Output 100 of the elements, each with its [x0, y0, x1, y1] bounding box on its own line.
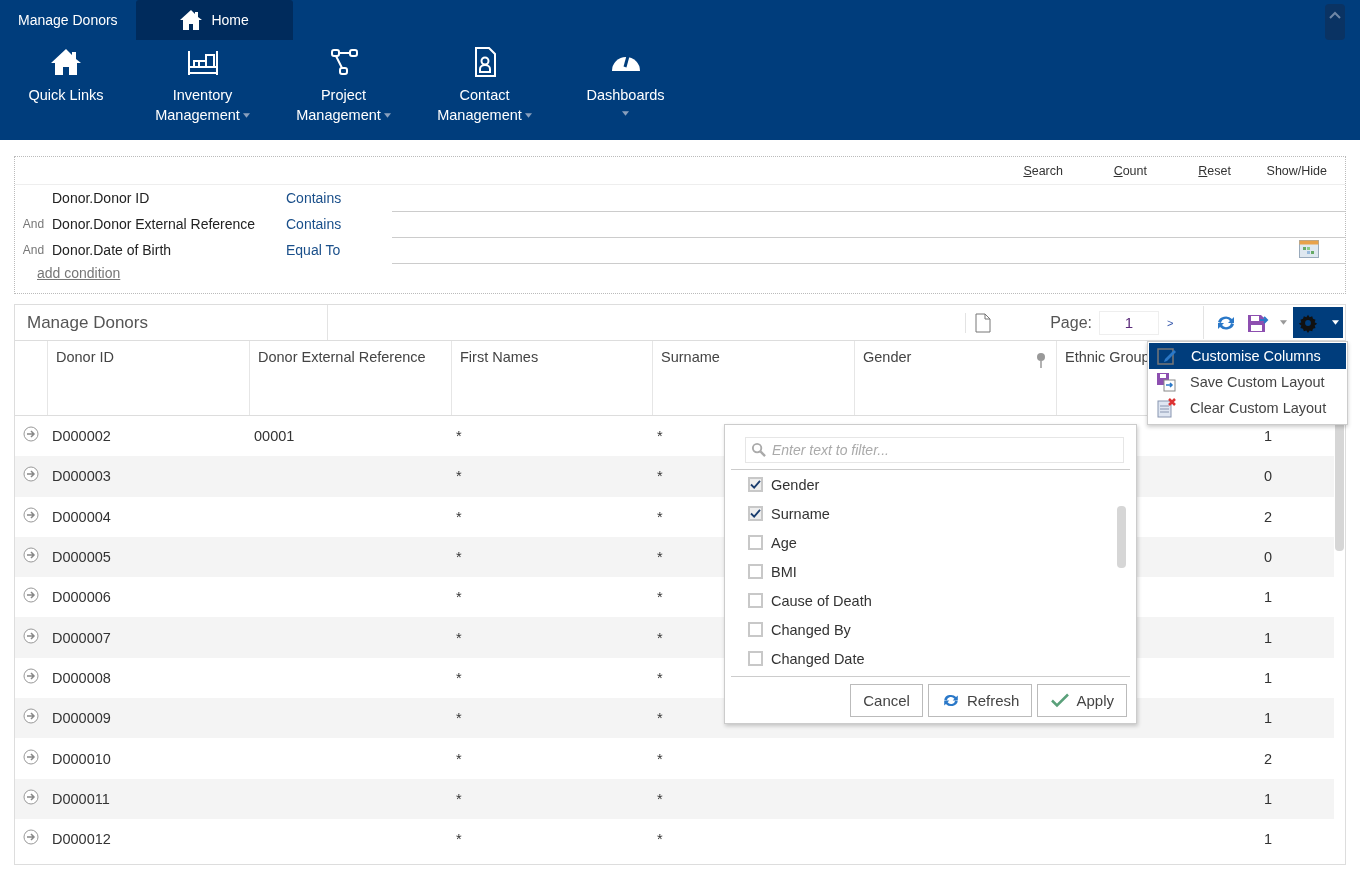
- home-icon: [179, 9, 204, 31]
- collapse-icon[interactable]: [1325, 4, 1345, 40]
- table-cell: 1: [1263, 428, 1273, 445]
- joiner-label: And: [22, 217, 45, 231]
- table-cell: D000007: [52, 629, 111, 646]
- page-input[interactable]: 1: [1099, 310, 1159, 335]
- table-cell: 1: [1263, 831, 1273, 848]
- table-cell: D000011: [52, 790, 110, 807]
- column-header[interactable]: Gender: [855, 341, 1057, 415]
- caret-icon: [1331, 320, 1339, 325]
- menu-item[interactable]: Customise Columns: [1149, 343, 1346, 369]
- checkbox[interactable]: [748, 651, 763, 666]
- column-header[interactable]: First Names: [452, 341, 653, 415]
- clear-layout-icon: [1156, 398, 1176, 418]
- checkbox[interactable]: [748, 593, 763, 608]
- ribbon-button[interactable]: Dashboards: [555, 47, 696, 125]
- table-cell: D000004: [52, 508, 111, 525]
- ribbon-button[interactable]: Contact Management: [414, 47, 555, 125]
- table-cell: D000005: [52, 549, 111, 566]
- add-condition-link[interactable]: add condition: [37, 265, 121, 281]
- operator-link[interactable]: Contains: [286, 190, 392, 206]
- save-icon: [1156, 372, 1176, 392]
- search-icon: [751, 442, 766, 457]
- field-label: Donor.Donor ID: [52, 190, 151, 206]
- page-label: Page:: [1050, 313, 1092, 332]
- table-cell: D000006: [52, 589, 111, 606]
- table-cell: *: [456, 629, 462, 646]
- table-cell: *: [456, 508, 462, 525]
- table-cell: *: [456, 549, 462, 566]
- checkbox[interactable]: [748, 622, 763, 637]
- table-cell: *: [657, 750, 663, 767]
- table-cell: D000012: [52, 831, 111, 848]
- checkbox[interactable]: [748, 564, 763, 579]
- column-option-label: Gender: [771, 476, 820, 493]
- table-cell: *: [456, 589, 462, 606]
- filter-action-link[interactable]: Reset: [1147, 163, 1231, 178]
- table-cell: *: [657, 589, 663, 606]
- settings-button[interactable]: [1293, 307, 1343, 338]
- table-cell: *: [456, 669, 462, 686]
- column-option-label: Age: [771, 534, 797, 551]
- ribbon-button[interactable]: Inventory Management: [132, 47, 273, 125]
- table-cell: *: [657, 508, 663, 525]
- table-cell: D000009: [52, 710, 111, 727]
- table-cell: *: [657, 629, 663, 646]
- column-header[interactable]: Donor External Reference: [250, 341, 452, 415]
- app-tab[interactable]: Home: [135, 0, 293, 40]
- filter-input[interactable]: Enter text to filter...: [745, 437, 1124, 463]
- calendar-icon[interactable]: [1299, 239, 1319, 258]
- filter-action-link[interactable]: Count: [1063, 163, 1147, 178]
- table-cell: *: [657, 790, 663, 807]
- table-cell: *: [456, 750, 462, 767]
- dialog-button[interactable]: Refresh: [927, 684, 1033, 717]
- next-page-link[interactable]: >: [1167, 316, 1203, 329]
- settings-icon: [1297, 312, 1318, 333]
- checkbox[interactable]: [748, 535, 763, 550]
- scrollbar-thumb[interactable]: [1117, 506, 1126, 568]
- table-cell: 0: [1263, 549, 1273, 566]
- column-header[interactable]: Donor ID: [48, 341, 250, 415]
- checkbox[interactable]: [748, 477, 763, 492]
- grid-title: Manage Donors: [15, 305, 328, 340]
- table-cell: *: [657, 710, 663, 727]
- table-cell: *: [456, 790, 462, 807]
- checkbox[interactable]: [748, 506, 763, 521]
- field-label: Donor.Date of Birth: [52, 242, 173, 258]
- table-cell: 0: [1263, 468, 1273, 485]
- dialog-button[interactable]: Cancel: [850, 684, 923, 717]
- ribbon-button[interactable]: Project Management: [273, 47, 414, 125]
- filter-action-link[interactable]: Show/Hide: [1231, 163, 1327, 178]
- column-option-label: BMI: [771, 563, 797, 580]
- table-cell: D000003: [52, 468, 111, 485]
- table-cell: *: [456, 710, 462, 727]
- table-cell: 1: [1263, 710, 1273, 727]
- edit-icon: [1157, 346, 1177, 366]
- table-cell: 2: [1263, 750, 1273, 767]
- caret-icon[interactable]: [1280, 320, 1287, 325]
- ribbon-button[interactable]: Quick Links: [0, 47, 132, 125]
- table-cell: D000002: [52, 428, 111, 445]
- home-icon: [50, 47, 82, 77]
- table-cell: *: [456, 468, 462, 485]
- pin-icon[interactable]: [1036, 352, 1046, 368]
- table-cell: *: [456, 831, 462, 848]
- save-icon[interactable]: [1247, 312, 1269, 333]
- table-cell: 2: [1263, 508, 1273, 525]
- column-option-label: Changed Date: [771, 650, 865, 667]
- operator-link[interactable]: Equal To: [286, 242, 392, 258]
- table-cell: 1: [1263, 589, 1273, 606]
- table-cell: 00001: [254, 428, 295, 445]
- column-header[interactable]: Surname: [653, 341, 855, 415]
- table-cell: *: [657, 831, 663, 848]
- app-tab[interactable]: Manage Donors: [0, 0, 136, 40]
- check-icon: [1050, 692, 1071, 709]
- dialog-button[interactable]: Apply: [1037, 684, 1127, 717]
- joiner-label: And: [22, 243, 45, 257]
- filter-action-link[interactable]: Search: [979, 163, 1063, 178]
- table-cell: *: [657, 468, 663, 485]
- table-cell: *: [657, 549, 663, 566]
- table-cell: 1: [1263, 629, 1273, 646]
- table-cell: *: [657, 669, 663, 686]
- operator-link[interactable]: Contains: [286, 216, 392, 232]
- column-option-label: Cause of Death: [771, 592, 872, 609]
